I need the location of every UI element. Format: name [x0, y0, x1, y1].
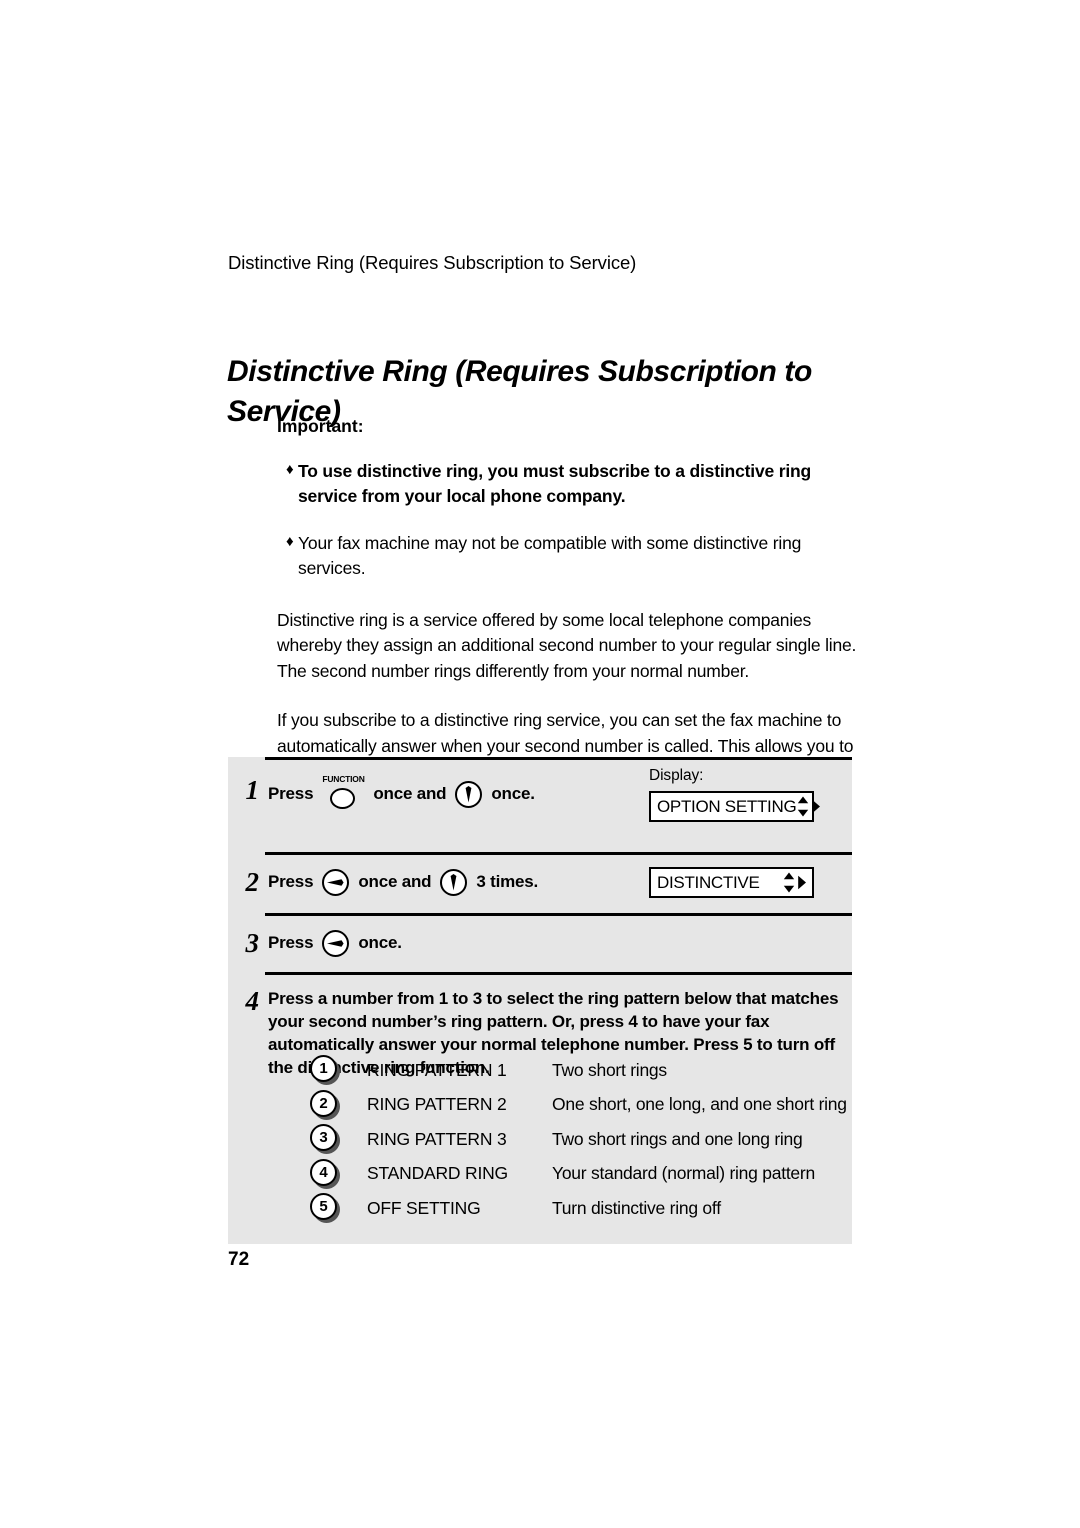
ring-pattern-name: OFF SETTING [367, 1197, 481, 1218]
procedure-step-3: 3 Press once. [228, 930, 852, 957]
important-label: Important: [277, 416, 364, 436]
panel-rule-1 [265, 852, 852, 855]
display-arrows-icon [796, 796, 821, 817]
ring-pattern-name: RING PATTERN 1 [367, 1059, 507, 1080]
function-key-label: FUNCTION [322, 774, 365, 784]
ring-pattern-table: 1 RING PATTERN 1 Two short rings 2 RING … [310, 1053, 850, 1226]
running-header: Distinctive Ring (Requires Subscription … [228, 252, 637, 273]
display-arrows-icon [782, 872, 807, 893]
display-readout-step-2-text: DISTINCTIVE [657, 872, 760, 892]
step-3-number: 3 [245, 928, 260, 958]
ring-pattern-key-4-icon[interactable]: 4 [310, 1158, 340, 1189]
step-2-mid-text: once and [358, 872, 432, 892]
right-arrow-key-icon[interactable] [322, 930, 350, 957]
step-3-tail-text: once. [358, 933, 402, 953]
step-1-tail-text: once. [491, 783, 535, 803]
panel-rule-top [265, 757, 852, 760]
step-2-press-label: Press [268, 872, 314, 892]
manual-page: Distinctive Ring (Requires Subscription … [0, 0, 1080, 1528]
display-readout-step-1: OPTION SETTING [649, 791, 821, 822]
ring-pattern-description: Two short rings and one long ring [552, 1128, 803, 1149]
ring-pattern-description: One short, one long, and one short ring [552, 1094, 847, 1115]
ring-pattern-key-2-icon[interactable]: 2 [310, 1089, 340, 1120]
diamond-bullet-icon: ♦ [286, 532, 294, 550]
step-3-press-label: Press [268, 933, 314, 953]
badge-face: 4 [310, 1158, 337, 1186]
step-2-tail-text: 3 times. [476, 872, 539, 892]
important-bullet-1: ♦ To use distinctive ring, you must subs… [277, 459, 862, 510]
step-1-number: 1 [245, 775, 260, 805]
ring-pattern-key-1-icon[interactable]: 1 [310, 1055, 340, 1086]
table-row: 1 RING PATTERN 1 Two short rings [310, 1053, 850, 1088]
table-row: 2 RING PATTERN 2 One short, one long, an… [310, 1088, 850, 1123]
table-row: 3 RING PATTERN 3 Two short rings and one… [310, 1122, 850, 1157]
diamond-bullet-icon: ♦ [286, 461, 294, 478]
function-key-icon[interactable]: FUNCTION [322, 774, 365, 811]
step-4-number: 4 [245, 986, 260, 1016]
important-bullet-1-text: To use distinctive ring, you must subscr… [298, 461, 812, 507]
ring-pattern-key-3-icon[interactable]: 3 [310, 1124, 340, 1155]
page-number: 72 [228, 1249, 250, 1270]
ring-pattern-description: Turn distinctive ring off [552, 1197, 721, 1218]
important-bullet-2-text: Your fax machine may not be compatible w… [298, 532, 802, 579]
procedure-panel: 1 Press FUNCTION once and once. Display:… [228, 757, 852, 1244]
ring-pattern-key-5-icon[interactable]: 5 [310, 1193, 340, 1224]
ring-pattern-description: Two short rings [552, 1059, 667, 1080]
panel-rule-2 [265, 913, 852, 916]
display-readout-step-1-text: OPTION SETTING [657, 796, 797, 816]
paragraph-1: Distinctive ring is a service offered by… [277, 609, 857, 681]
panel-rule-3 [265, 972, 852, 975]
display-label: Display: [649, 767, 704, 784]
down-arrow-key-icon[interactable] [440, 869, 468, 896]
table-row: 5 OFF SETTING Turn distinctive ring off [310, 1191, 850, 1226]
down-arrow-key-icon[interactable] [455, 780, 483, 808]
important-bullet-2: ♦ Your fax machine may not be compatible… [277, 531, 862, 582]
display-readout-step-2: DISTINCTIVE [649, 867, 814, 898]
right-arrow-key-icon[interactable] [322, 869, 350, 896]
step-1-mid-text: once and [373, 783, 447, 803]
ring-pattern-name: RING PATTERN 3 [367, 1128, 507, 1149]
ring-pattern-name: RING PATTERN 2 [367, 1094, 507, 1115]
step-2-number: 2 [245, 867, 260, 897]
function-key-oval [330, 788, 356, 809]
table-row: 4 STANDARD RING Your standard (normal) r… [310, 1157, 850, 1192]
ring-pattern-name: STANDARD RING [367, 1163, 508, 1184]
ring-pattern-description: Your standard (normal) ring pattern [552, 1163, 815, 1184]
badge-face: 2 [310, 1089, 337, 1117]
step-1-press-label: Press [268, 783, 314, 803]
